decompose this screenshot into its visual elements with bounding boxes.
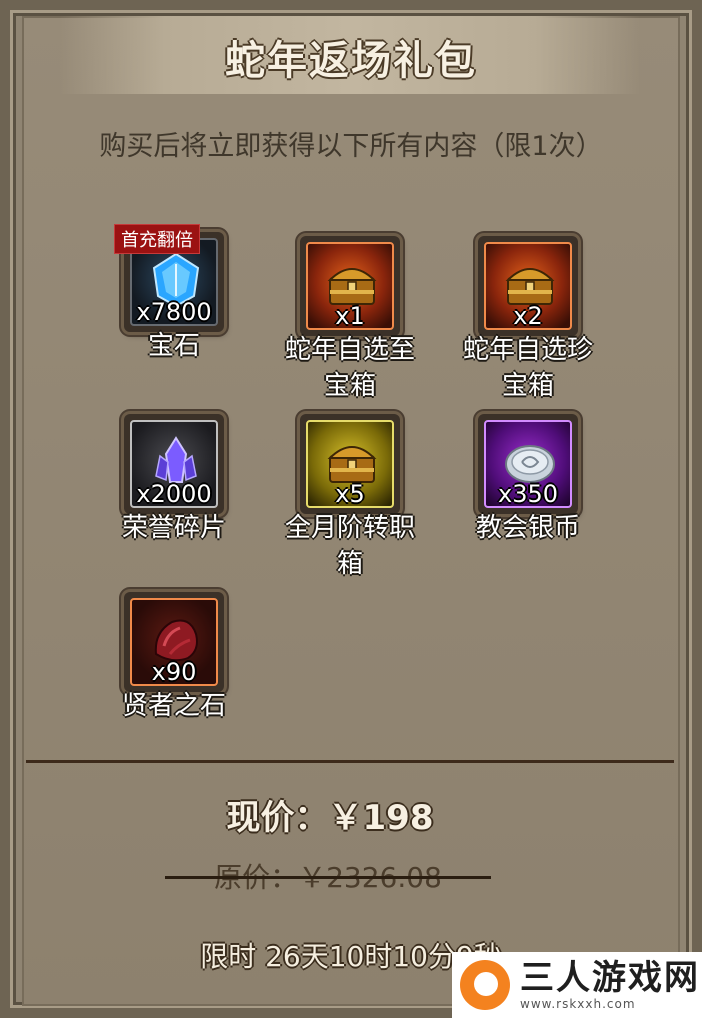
item-name: 全月阶转职箱 xyxy=(284,513,415,579)
item-quantity: x5 xyxy=(335,480,365,508)
site-watermark: 三人游戏网 www.rskxxh.com xyxy=(452,952,702,1018)
site-logo-icon xyxy=(460,960,510,1010)
item-name: 蛇年自选至宝箱 xyxy=(284,335,415,401)
item-name: 宝石 xyxy=(147,331,200,361)
watermark-name: 三人游戏网 xyxy=(520,958,700,998)
divider xyxy=(26,760,674,763)
reward-item-class-change-box[interactable]: x5 全月阶转职箱 xyxy=(260,414,440,584)
item-quantity: x1 xyxy=(335,302,365,330)
reward-item-honor-shards[interactable]: x2000 荣誉碎片 xyxy=(84,414,264,584)
subtitle: 购买后将立即获得以下所有内容（限1次） xyxy=(99,131,603,162)
item-quantity: x350 xyxy=(497,480,558,508)
reward-item-church-coin[interactable]: x350 教会银币 xyxy=(438,414,618,584)
reward-item-snake-chest-b[interactable]: x2 蛇年自选珍宝箱 xyxy=(438,236,618,406)
reward-item-gems[interactable]: 首充翻倍 x7800 宝石 xyxy=(84,224,264,402)
item-quantity: x2 xyxy=(513,302,543,330)
item-name: 贤者之石 xyxy=(121,691,226,721)
item-quantity: x90 xyxy=(151,658,197,686)
item-name: 教会银币 xyxy=(475,513,580,543)
reward-item-snake-chest-a[interactable]: x1 蛇年自选至宝箱 xyxy=(260,236,440,406)
item-name: 蛇年自选珍宝箱 xyxy=(462,335,593,401)
item-name: 荣誉碎片 xyxy=(121,513,226,543)
strikethrough-line xyxy=(165,876,491,879)
first-charge-badge: 首充翻倍 xyxy=(114,224,200,254)
watermark-url: www.rskxxh.com xyxy=(520,997,636,1011)
page-title: 蛇年返场礼包 xyxy=(225,38,477,84)
item-quantity: x2000 xyxy=(136,480,212,508)
item-quantity: x7800 xyxy=(136,298,212,326)
reward-item-sage-stone[interactable]: x90 贤者之石 xyxy=(84,592,264,762)
current-price: 现价：￥198 xyxy=(226,798,434,838)
